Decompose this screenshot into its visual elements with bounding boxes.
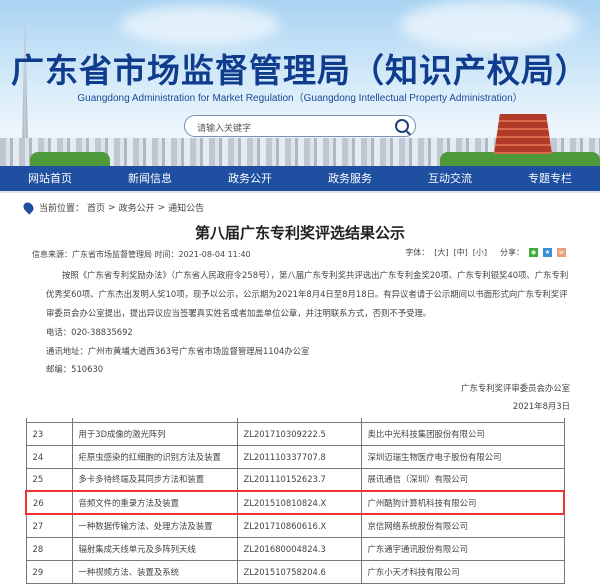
row-number: 28 (25, 536, 73, 561)
patent-number: ZL201510810824.X (236, 490, 362, 515)
patent-title: 一种视频方法、装置及系统 (71, 559, 238, 584)
search-placeholder: 请输入关键字 (197, 124, 252, 134)
row-number: 29 (25, 559, 73, 584)
main-nav: 网站首页 新闻信息 政务公开 政务服务 互动交流 专题专栏 (0, 166, 600, 193)
patent-title: 疟原虫感染的红细胞的识别方法及装置 (71, 444, 238, 469)
signer: 广东专利奖评审委员会办公室 (461, 383, 570, 393)
patent-number: ZL201680004824.3 (236, 536, 362, 561)
patentee: 展讯通信（深圳）有限公司 (360, 467, 565, 492)
patent-title: 一种数据传输方法、处理方法及装置 (71, 513, 238, 538)
row-number: 26 (25, 490, 73, 515)
font-medium[interactable]: [中] (454, 247, 468, 258)
table-row: 27 一种数据传输方法、处理方法及装置 ZL201710860616.X 京信网络系统… (25, 513, 565, 538)
patent-number: ZL201710860616.X (236, 513, 362, 538)
patent-number: ZL201510758204.6 (236, 559, 362, 584)
search-input[interactable]: 请输入关键字 (184, 115, 416, 137)
location-pin-icon (21, 200, 36, 215)
breadcrumb-separator: > (108, 202, 116, 213)
breadcrumb-gov[interactable]: 政务公开 (119, 201, 155, 214)
table-row: 25 多卡多待终端及其同步方法和装置 ZL201110152623.7 展讯通信（深圳… (25, 467, 565, 492)
qzone-icon[interactable]: ★ (543, 248, 552, 257)
breadcrumb: 当前位置： 首页 > 政务公开 > 通知公告 (21, 200, 204, 215)
patent-number: ZL201710309222.5 (236, 421, 362, 446)
patent-title: 多卡多待终端及其同步方法和装置 (71, 467, 238, 492)
table-row: 23 用于3D成像的激光阵列 ZL201710309222.5 奥比中光科技集团股份有… (25, 421, 565, 446)
patentee: 广东通宇通讯股份有限公司 (360, 536, 565, 561)
patent-number: ZL201110337707.8 (236, 444, 362, 469)
breadcrumb-label: 当前位置： (39, 204, 85, 214)
patentee: 广州酷狗计算机科技有限公司 (360, 490, 565, 515)
patentee: 奥比中光科技集团股份有限公司 (360, 421, 565, 446)
font-size-label: 字体： (405, 248, 430, 257)
nav-interaction[interactable]: 互动交流 (400, 166, 500, 191)
table-row: 24 疟原虫感染的红细胞的识别方法及装置 ZL201110337707.8 深圳迈瑞生… (25, 444, 565, 469)
font-large[interactable]: [大] (434, 247, 448, 258)
weibo-icon[interactable]: w (557, 248, 566, 257)
row-number: 24 (25, 444, 73, 469)
table-row: 29 一种视频方法、装置及系统 ZL201510758204.6 广东小天才科技有限公… (25, 559, 565, 584)
patentee: 京信网络系统股份有限公司 (360, 513, 565, 538)
nav-gov-affairs[interactable]: 政务公开 (200, 166, 300, 191)
site-subtitle: Guangdong Administration for Market Regu… (77, 93, 523, 104)
search-icon[interactable] (395, 119, 409, 133)
nav-services[interactable]: 政务服务 (300, 166, 400, 191)
header-banner: 广东省市场监督管理局（知识产权局） Guangdong Administrati… (0, 0, 600, 166)
nav-topics[interactable]: 专题专栏 (500, 166, 600, 191)
site-title: 广东省市场监督管理局（知识产权局） (11, 51, 589, 90)
share-label: 分享： (500, 248, 524, 257)
sign-date: 2021年8月3日 (512, 401, 570, 411)
contact-zip: 邮编：510630 (46, 364, 104, 374)
table-row: 28 辐射集成天线单元及多阵列天线 ZL201680004824.3 广东通宇通讯股份… (25, 536, 565, 561)
breadcrumb-separator: > (157, 202, 166, 213)
article-meta: 信息来源：广东省市场监督管理局 时间：2021-08-04 11:40 (32, 250, 251, 259)
article-body: 按照《广东省专利奖励办法》（广东省人民政府令258号），第八届广东专利奖共评选出… (46, 270, 569, 318)
article-title: 第八届广东专利奖评选结果公示 (194, 224, 405, 242)
nav-home[interactable]: 网站首页 (0, 166, 100, 191)
results-table: 23 用于3D成像的激光阵列 ZL201710309222.5 奥比中光科技集团股份有… (25, 418, 565, 584)
wechat-icon[interactable]: ◉ (529, 248, 538, 257)
patent-title: 用于3D成像的激光阵列 (71, 421, 238, 446)
patentee: 深圳迈瑞生物医疗电子股份有限公司 (360, 444, 565, 469)
row-number: 25 (25, 467, 73, 492)
contact-phone: 电话：020-38835692 (46, 327, 133, 337)
row-number: 23 (25, 421, 73, 446)
patent-title: 辐射集成天线单元及多阵列天线 (71, 536, 238, 561)
contact-address: 通讯地址：广州市黄埔大道西363号广东省市场监督管理局1104办公室 (46, 346, 310, 356)
row-number: 27 (25, 513, 73, 538)
breadcrumb-home[interactable]: 首页 (87, 201, 105, 214)
nav-news[interactable]: 新闻信息 (100, 166, 200, 191)
patent-title: 音频文件的重录方法及装置 (71, 490, 238, 515)
pavilion-image (494, 114, 552, 154)
breadcrumb-notices[interactable]: 通知公告 (168, 201, 204, 214)
table-row: 26 音频文件的重录方法及装置 ZL201510810824.X 广州酷狗计算机科技有… (25, 490, 565, 515)
font-small[interactable]: [小] (473, 247, 487, 258)
article-tools: 字体： [大] [中] [小] 分享： ◉ ★ w (405, 247, 566, 258)
patentee: 广东小天才科技有限公司 (360, 559, 565, 584)
patent-number: ZL201110152623.7 (236, 467, 362, 492)
